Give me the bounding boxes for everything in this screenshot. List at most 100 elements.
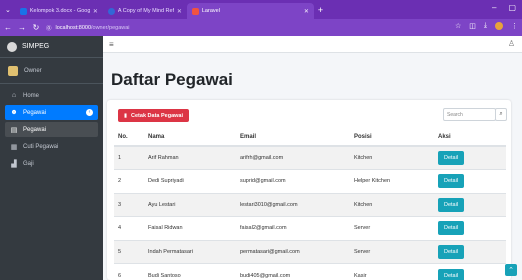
user-name: Owner	[24, 67, 42, 74]
close-icon[interactable]: ✕	[177, 8, 182, 15]
cell-aksi: Detail	[434, 192, 506, 217]
laravel-favicon-icon	[191, 7, 199, 15]
google-drive-favicon-icon	[19, 7, 27, 15]
extensions-icon[interactable]: ◫	[469, 22, 476, 30]
cell-posisi: Kasir	[350, 263, 434, 280]
cell-nama: Ayu Lestari	[144, 192, 236, 217]
cell-posisi: Helper Kitchen	[350, 169, 434, 193]
sidebar-item-pegawai[interactable]: ▤ Pegawai	[5, 122, 98, 137]
url-path: /owner/pegawai	[91, 24, 130, 31]
sidebar-item-label: Home	[23, 92, 40, 99]
cell-no: 5	[114, 239, 144, 264]
detail-button[interactable]: Detail	[438, 268, 465, 280]
sidebar-item-label: Gaji	[23, 160, 34, 167]
profile-avatar[interactable]	[495, 22, 503, 30]
url-host: localhost	[55, 24, 78, 31]
browser-tab-active[interactable]: Laravel ✕	[186, 3, 314, 19]
search-input[interactable]: Search	[443, 108, 496, 121]
sidebar-item-gaji[interactable]: ▟ Gaji	[5, 156, 98, 171]
browser-tab-1[interactable]: Kelompok 3.docx - Google Dri ✕	[15, 3, 103, 19]
cell-nama: Dedi Supriyadi	[144, 169, 236, 193]
close-icon[interactable]: ✕	[93, 8, 98, 15]
cell-email: suprid@gmail.com	[236, 169, 350, 193]
bookmark-star-icon[interactable]: ☆	[455, 22, 461, 30]
back-icon[interactable]: ←	[2, 23, 14, 32]
print-button[interactable]: ▮ Cetak Data Pegawai	[118, 109, 189, 122]
employee-table: No. Nama Email Posisi Aksi 1 Arif Rahman…	[114, 128, 506, 280]
restore-icon[interactable]: ▢	[508, 3, 516, 12]
tab-search-icon[interactable]: ⌄	[5, 6, 11, 14]
employee-card: ▮ Cetak Data Pegawai Search ⌕ No. Nama E…	[107, 100, 511, 280]
brand[interactable]: SIMPEG	[0, 36, 103, 58]
detail-button[interactable]: Detail	[438, 244, 465, 259]
page-title: Daftar Pegawai	[111, 70, 233, 89]
cell-email: lestari3010@gmail.com	[236, 192, 350, 217]
close-icon[interactable]: ✕	[304, 8, 309, 15]
tab-title: Laravel	[201, 8, 220, 14]
browser-tab-2[interactable]: A Copy of My Mind Reference ✕	[103, 3, 187, 19]
cell-email: arifrh@gmail.com	[236, 145, 350, 170]
menu-kebab-icon[interactable]: ⋮	[511, 22, 518, 30]
table-row: 6 Budi Santoso budi405@gmail.com Kasir D…	[114, 263, 506, 280]
expand-indicator-icon: ‹	[86, 109, 93, 116]
sidebar: SIMPEG Owner ⌂ Home ☻ Pegawai ‹ ▤ Pegawa…	[0, 36, 103, 280]
chevron-up-icon: ⌃	[508, 267, 514, 274]
brand-name: SIMPEG	[22, 43, 50, 50]
cell-posisi: Server	[350, 216, 434, 240]
user-panel[interactable]: Owner	[0, 58, 103, 84]
pdf-icon: ▮	[124, 112, 128, 119]
cell-posisi: Kitchen	[350, 145, 434, 170]
detail-button[interactable]: Detail	[438, 197, 465, 212]
table-header-row: No. Nama Email Posisi Aksi	[114, 128, 506, 147]
cell-nama: Arif Rahman	[144, 145, 236, 170]
new-tab-icon[interactable]: +	[318, 5, 323, 15]
scroll-to-top-button[interactable]: ⌃	[505, 264, 517, 276]
address-bar: ← → ↻ ⓪ localhost:8000/owner/pegawai ☆ ◫…	[0, 19, 522, 36]
cell-posisi: Server	[350, 239, 434, 264]
forward-icon[interactable]: →	[16, 23, 28, 32]
cell-nama: Budi Santoso	[144, 263, 236, 280]
cell-aksi: Detail	[434, 169, 506, 193]
table-row: 5 Indah Permatasari permatasari@gmail.co…	[114, 239, 506, 264]
user-avatar-icon	[8, 65, 18, 76]
cell-no: 3	[114, 192, 144, 217]
calendar-icon: ▦	[10, 143, 18, 151]
account-icon[interactable]: ♙	[508, 39, 515, 48]
tab-title: A Copy of My Mind Reference	[117, 8, 174, 14]
sidebar-item-cuti-pegawai[interactable]: ▦ Cuti Pegawai	[5, 139, 98, 154]
cell-email: permatasari@gmail.com	[236, 239, 350, 264]
detail-button[interactable]: Detail	[438, 221, 465, 236]
detail-button[interactable]: Detail	[438, 174, 465, 189]
column-header: Email	[236, 128, 350, 147]
cell-aksi: Detail	[434, 263, 506, 280]
sidebar-item-label: Cuti Pegawai	[23, 143, 59, 150]
top-navbar: ≡ ♙	[103, 36, 522, 53]
url-field[interactable]: ⓪ localhost:8000/owner/pegawai	[46, 24, 130, 32]
window-controls: – ▢	[492, 3, 516, 12]
sidebar-item-home[interactable]: ⌂ Home	[5, 88, 98, 103]
sidebar-item-label: Pegawai	[23, 126, 47, 133]
cell-aksi: Detail	[434, 216, 506, 240]
browser-toolbar: ☆ ◫ ⤓ ⋮	[455, 22, 518, 30]
column-header: Posisi	[350, 128, 434, 147]
reload-icon[interactable]: ↻	[30, 23, 42, 32]
cell-no: 4	[114, 216, 144, 240]
money-icon: ▟	[11, 160, 17, 168]
menu-toggle-icon[interactable]: ≡	[109, 40, 114, 49]
home-icon: ⌂	[11, 92, 17, 99]
site-favicon-icon	[107, 7, 115, 15]
cell-nama: Faisal Ridwan	[144, 216, 236, 240]
download-icon[interactable]: ⤓	[484, 22, 487, 30]
table-row: 2 Dedi Supriyadi suprid@gmail.com Helper…	[114, 169, 506, 193]
column-header: No.	[114, 128, 144, 147]
column-header: Nama	[144, 128, 236, 147]
search-icon[interactable]: ⌕	[495, 108, 507, 121]
tab-title: Kelompok 3.docx - Google Dri	[29, 8, 90, 14]
detail-button[interactable]: Detail	[438, 151, 465, 165]
minimize-icon[interactable]: –	[492, 3, 496, 12]
site-info-icon[interactable]: ⓪	[46, 24, 52, 32]
print-button-label: Cetak Data Pegawai	[131, 112, 183, 119]
column-header: Aksi	[434, 128, 506, 147]
sidebar-item-pegawai-group[interactable]: ☻ Pegawai ‹	[5, 105, 98, 120]
url-port: :8000	[77, 24, 91, 31]
